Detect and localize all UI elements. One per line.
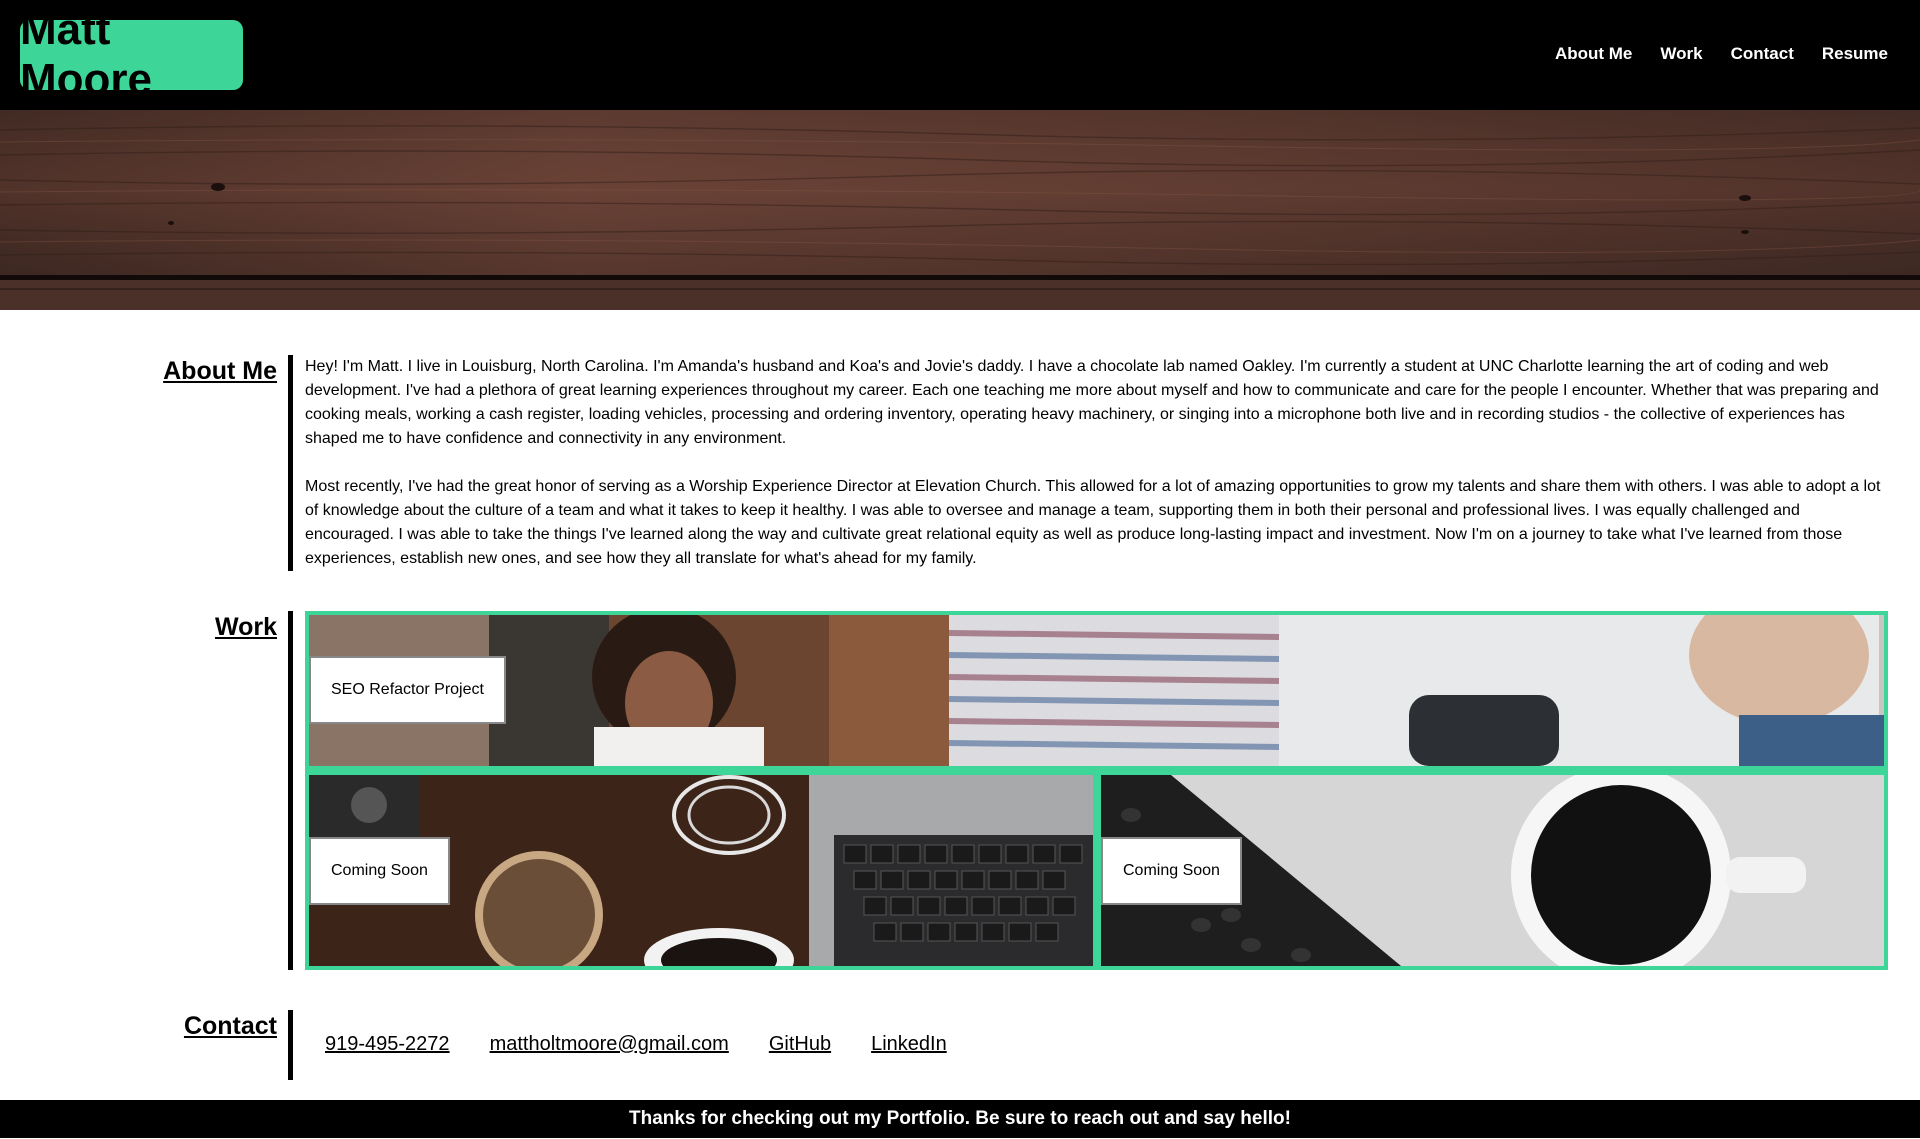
project-tile-seo-refactor[interactable]: SEO Refactor Project <box>309 615 1884 766</box>
project-label-seo-refactor[interactable]: SEO Refactor Project <box>309 656 506 724</box>
linkedin-link[interactable]: LinkedIn <box>871 1033 947 1056</box>
contact-divider <box>288 1010 293 1080</box>
about-paragraph-1: Hey! I'm Matt. I live in Louisburg, Nort… <box>305 358 1879 447</box>
work-divider <box>288 611 293 970</box>
github-link[interactable]: GitHub <box>769 1033 831 1056</box>
about-paragraph-2: Most recently, I've had the great honor … <box>305 478 1881 567</box>
email-link[interactable]: mattholtmoore@gmail.com <box>490 1033 729 1056</box>
contact-heading: Contact <box>183 1012 277 1040</box>
work-grid: SEO Refactor Project Coming Soon Coming … <box>305 611 1888 970</box>
hero-banner-image <box>0 110 1920 310</box>
nav-resume[interactable]: Resume <box>1822 44 1888 64</box>
site-footer: Thanks for checking out my Portfolio. Be… <box>0 1100 1920 1138</box>
wood-texture <box>0 110 1920 310</box>
project-label-coming-soon-2[interactable]: Coming Soon <box>1101 837 1242 905</box>
site-header: Matt Moore About Me Work Contact Resume <box>0 0 1920 110</box>
site-logo[interactable]: Matt Moore <box>20 5 243 104</box>
project-label-coming-soon-1[interactable]: Coming Soon <box>309 837 450 905</box>
team-photo-image <box>309 615 1884 766</box>
nav-contact[interactable]: Contact <box>1731 44 1794 64</box>
contact-links: 919-495-2272 mattholtmoore@gmail.com Git… <box>325 1033 947 1056</box>
nav-work[interactable]: Work <box>1660 44 1702 64</box>
nav-about-me[interactable]: About Me <box>1555 44 1632 64</box>
project-tile-coming-soon-2[interactable]: Coming Soon <box>1101 775 1884 966</box>
phone-link[interactable]: 919-495-2272 <box>325 1033 450 1056</box>
about-me-heading: About Me <box>163 357 277 385</box>
main-nav: About Me Work Contact Resume <box>1555 44 1888 64</box>
about-me-divider <box>288 355 293 571</box>
about-me-text: Hey! I'm Matt. I live in Louisburg, Nort… <box>305 355 1885 595</box>
project-tile-coming-soon-1[interactable]: Coming Soon <box>309 775 1093 966</box>
work-heading: Work <box>214 613 277 641</box>
